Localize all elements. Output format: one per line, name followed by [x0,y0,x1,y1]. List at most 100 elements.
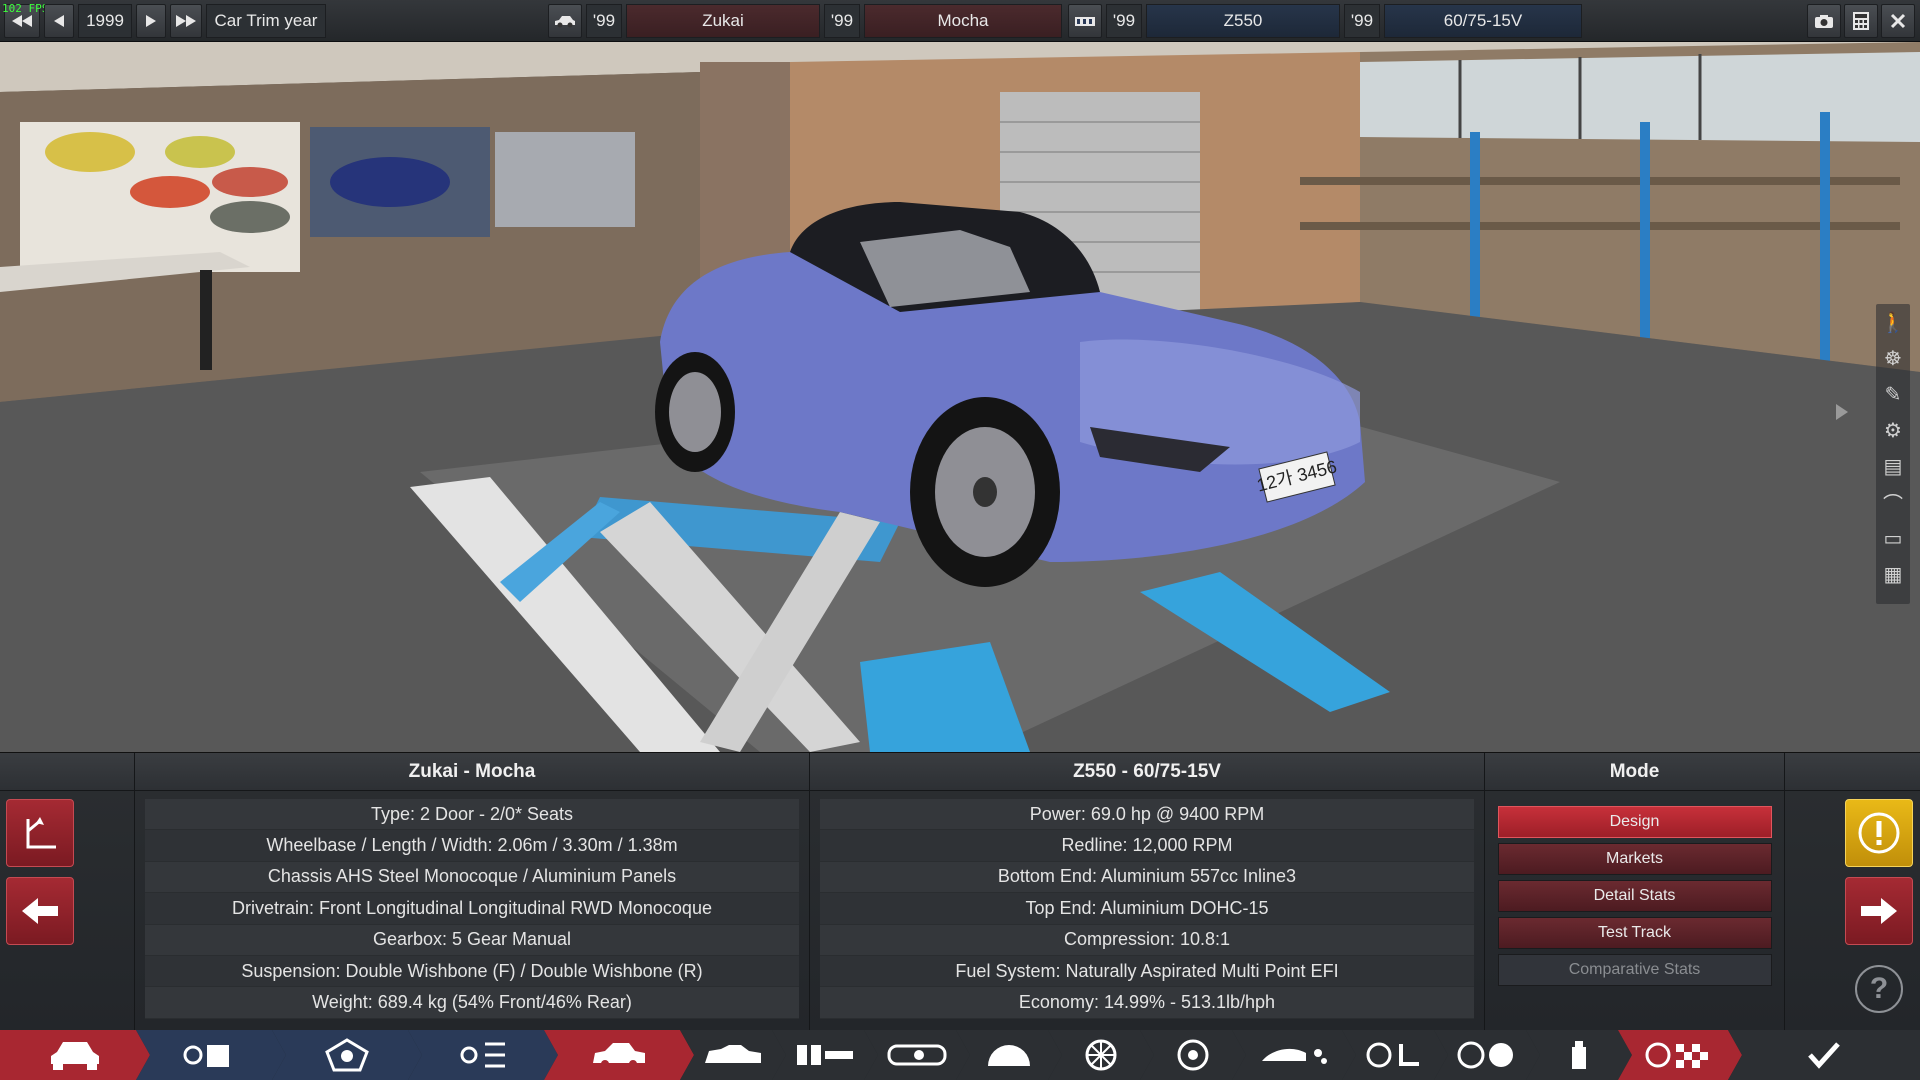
year-mode-label[interactable]: Car Trim year [206,4,326,38]
left-tool-header [0,753,134,791]
engine-summary-column: Z550 - 60/75-15V Power: 69.0 hp @ 9400 R… [810,753,1485,1031]
arrow-right-icon [1861,898,1897,924]
mode-comparative-stats-button: Comparative Stats [1497,954,1772,986]
variant-name-selector[interactable]: 60/75-15V [1384,4,1582,38]
car-summary-title: Zukai - Mocha [135,753,809,791]
engine-power-row: Power: 69.0 hp @ 9400 RPM [820,799,1474,831]
variant-year: '99 [1344,4,1380,38]
warning-button[interactable] [1845,799,1913,867]
next-button[interactable] [1845,877,1913,945]
engine-view-icon[interactable]: ⚙ [1876,412,1910,448]
rewind-icon [12,15,32,27]
speed-flag-icon [1644,1040,1716,1070]
nav-engine-family-stage[interactable] [136,1030,286,1080]
steering-seat-icon [1365,1040,1425,1070]
nav-trim-stage[interactable] [680,1030,786,1080]
driver-figure-icon[interactable]: 🚶 [1876,304,1910,340]
nav-engine-tuning-stage[interactable] [408,1030,558,1080]
aero-car-icon [1258,1041,1330,1069]
view-tools-strip: 🚶 ☸ ✎ ⚙ ▤ ⌒ ▭ ▦ [1876,304,1910,604]
nav-aero-stage[interactable] [1232,1030,1356,1080]
car-view-icon[interactable]: ▭ [1876,520,1910,556]
nav-interior-stage[interactable] [1342,1030,1448,1080]
expand-arrow-icon[interactable] [1834,402,1850,422]
gauge-icon [984,1040,1034,1070]
trim-year: '99 [824,4,860,38]
nav-model-stage[interactable] [0,1030,150,1080]
engine-name-selector[interactable]: Z550 [1146,4,1340,38]
engine-block-icon [322,1038,372,1072]
mode-detail-stats-button[interactable]: Detail Stats [1497,880,1772,912]
engine-summary-title: Z550 - 60/75-15V [810,753,1484,791]
chassis-view-icon[interactable]: ▦ [1876,556,1910,592]
mode-markets-button[interactable]: Markets [1497,843,1772,875]
trim-name-selector[interactable]: Mocha [864,4,1062,38]
garage-scene: 12가 3456 [0,42,1920,752]
nav-gearbox-stage[interactable] [772,1030,878,1080]
roof-view-icon[interactable]: ⌒ [1876,484,1910,520]
car-summary-column: Zukai - Mocha Type: 2 Door - 2/0* Seats … [135,753,810,1031]
gearbox-icon [793,1041,857,1069]
help-button[interactable]: ? [1855,965,1903,1013]
engine-economy-row: Economy: 14.99% - 513.1lb/hph [820,987,1474,1019]
arrow-left-icon [54,15,64,27]
car-drivetrain-row: Drivetrain: Front Longitudinal Longitudi… [145,893,799,925]
nav-finish-stage[interactable] [1728,1030,1920,1080]
camera-icon [1815,15,1833,28]
engine-icon-button[interactable] [1068,4,1102,38]
nav-safety-stage[interactable] [1434,1030,1540,1080]
fast-forward-button[interactable] [170,4,202,38]
car-model-icon-button[interactable] [548,4,582,38]
mode-column: Mode Design Markets Detail Stats Test Tr… [1485,753,1785,1031]
play-icon [146,15,156,27]
top-bar: 102 FPS 1999 Car Trim year '99 Zukai '99… [0,0,1920,42]
close-icon [1890,13,1906,29]
camera-angle-button[interactable] [6,799,74,867]
nav-wheels-stage[interactable] [1048,1030,1154,1080]
car-gearbox-row: Gearbox: 5 Gear Manual [145,924,799,956]
fast-forward-icon [176,15,196,27]
car-suspension-row: Suspension: Double Wishbone (F) / Double… [145,955,799,988]
engine-icon [1075,17,1095,26]
nav-body-stage[interactable] [956,1030,1062,1080]
mode-title: Mode [1485,753,1784,791]
mode-test-track-button[interactable]: Test Track [1497,917,1772,949]
panel-view-icon[interactable]: ▤ [1876,448,1910,484]
paint-icon[interactable]: ✎ [1876,376,1910,412]
info-panel: Zukai - Mocha Type: 2 Door - 2/0* Seats … [0,752,1920,1031]
car-weight-row: Weight: 689.4 kg (54% Front/46% Rear) [145,987,799,1019]
model-name-selector[interactable]: Zukai [626,4,820,38]
nav-suspension-stage[interactable] [864,1030,970,1080]
engine-redline-row: Redline: 12,000 RPM [820,830,1474,862]
checkmark-icon [1808,1042,1840,1069]
engine-fuel-system-row: Fuel System: Naturally Aspirated Multi P… [820,955,1474,988]
previous-year-button[interactable] [44,4,74,38]
garage-viewport[interactable]: 12가 3456 🚶 ☸ ✎ ⚙ ▤ ⌒ ▭ ▦ [0,42,1920,752]
design-stage-nav [0,1030,1920,1080]
screenshot-button[interactable] [1807,4,1841,38]
car-icon [555,16,575,28]
car-type-row: Type: 2 Door - 2/0* Seats [145,799,799,831]
close-button[interactable] [1881,4,1915,38]
nav-engine-block-stage[interactable] [272,1030,422,1080]
model-year: '99 [586,4,622,38]
nav-brakes-stage[interactable] [1140,1030,1246,1080]
calculator-button[interactable] [1844,4,1878,38]
car-side-icon [589,1039,649,1071]
engine-side-icon [885,1040,949,1070]
mode-design-button[interactable]: Design [1497,806,1772,838]
car-front-icon [47,1038,103,1072]
engine-parts-icon [179,1039,243,1071]
left-tool-column [0,753,135,1031]
calculator-icon [1853,12,1869,30]
nav-testing-stage[interactable] [1618,1030,1742,1080]
nav-chassis-stage[interactable] [544,1030,694,1080]
engine-compression-row: Compression: 10.8:1 [820,924,1474,956]
nav-fixtures-stage[interactable] [1526,1030,1632,1080]
fps-counter: 102 FPS [2,2,49,15]
car-chassis-row: Chassis AHS Steel Monocoque / Aluminium … [145,861,799,894]
wheel-view-icon[interactable]: ☸ [1876,340,1910,376]
next-year-button[interactable] [136,4,166,38]
year-field[interactable]: 1999 [78,4,132,38]
back-button[interactable] [6,877,74,945]
